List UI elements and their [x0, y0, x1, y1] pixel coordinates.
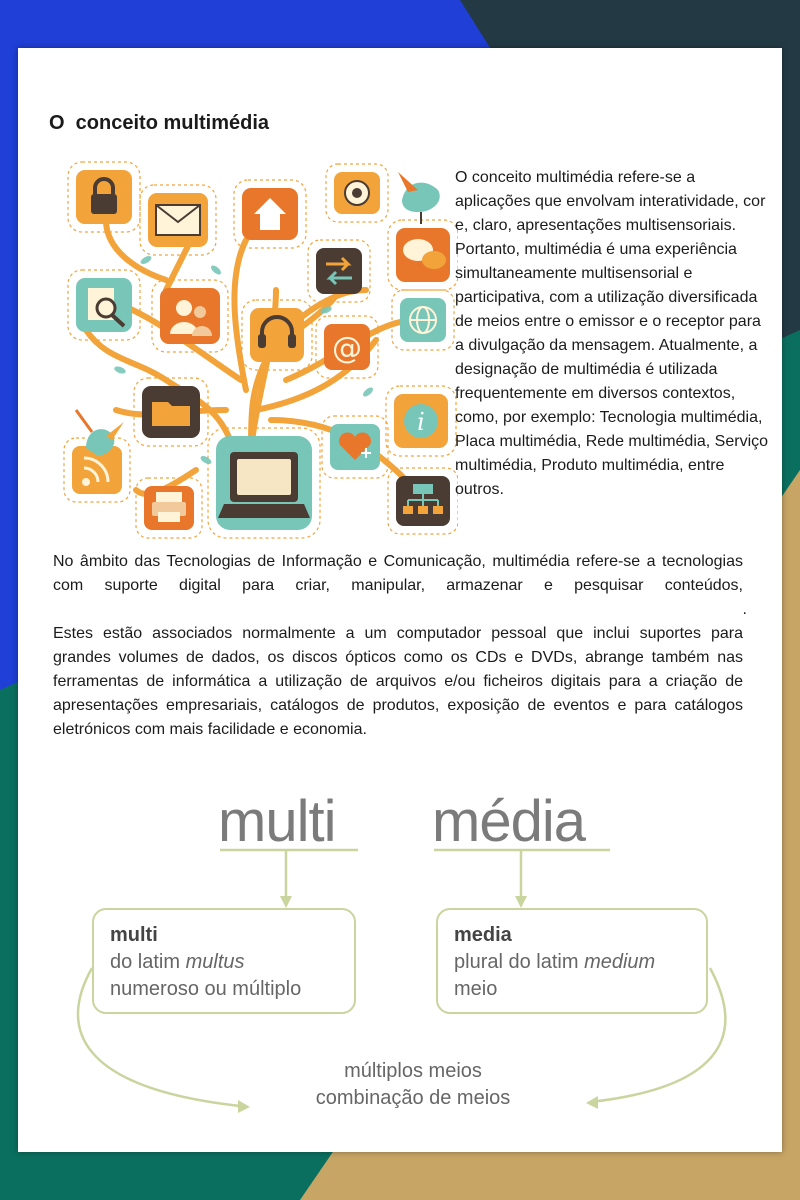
at-sign-icon: @	[324, 324, 370, 370]
network-icon	[396, 476, 450, 526]
arrows-icon	[316, 248, 362, 294]
media-box-heading: media	[454, 924, 512, 946]
search-document-icon	[76, 278, 132, 332]
intro-paragraph: O conceito multimédia refere-se a aplica…	[455, 169, 769, 498]
word-media: média	[432, 789, 586, 854]
multi-box-heading: multi	[110, 924, 158, 946]
media-box-line1: plural do latim medium	[454, 951, 655, 973]
multimedia-illustration: @ i	[63, 161, 458, 539]
multi-box-line1: do latim multus	[110, 951, 245, 973]
multi-definition-box: multi do latim multus numeroso ou múltip…	[92, 908, 356, 1014]
folder-icon	[142, 386, 200, 438]
lock-icon	[76, 170, 132, 224]
home-icon	[242, 188, 298, 240]
svg-text:@: @	[332, 331, 362, 366]
word-multi: multi	[218, 789, 336, 854]
webcam-icon	[334, 172, 380, 214]
bird-icon	[398, 172, 440, 224]
multi-box-line1-italic: multus	[185, 951, 245, 973]
media-box-line1-prefix: plural do latim	[454, 951, 585, 973]
chat-icon	[396, 228, 450, 282]
headset-icon	[250, 308, 304, 362]
heart-plus-icon	[330, 424, 380, 470]
etymology-diagram: multi média multi do latim multus numero…	[18, 768, 782, 1148]
media-definition-box: media plural do latim medium meio	[436, 908, 708, 1014]
combined-meaning: múltiplos meios combinação de meios	[248, 1058, 578, 1112]
multi-box-line2: numeroso ou múltiplo	[110, 978, 302, 1000]
page-title: O conceito multimédia	[49, 112, 270, 134]
info-icon: i	[394, 394, 448, 448]
document-page: O conceito multimédia @ i O conceito mul…	[18, 48, 782, 1152]
paragraph-2: Estes estão associados normalmente a um …	[53, 625, 743, 738]
printer-icon	[144, 486, 194, 530]
users-icon	[160, 288, 220, 344]
svg-text:i: i	[417, 408, 425, 436]
paragraph-1-end: .	[742, 601, 747, 618]
paragraph-1: No âmbito das Tecnologias de Informação …	[53, 553, 743, 594]
result-line-1: múltiplos meios	[344, 1060, 482, 1082]
result-line-2: combinação de meios	[315, 1087, 511, 1109]
mail-icon	[148, 193, 208, 247]
globe-icon	[400, 298, 446, 342]
laptop-icon	[216, 436, 312, 530]
media-box-line2: meio	[454, 978, 498, 1000]
media-box-line1-italic: medium	[584, 951, 656, 973]
multi-box-line1-prefix: do latim	[110, 951, 186, 973]
